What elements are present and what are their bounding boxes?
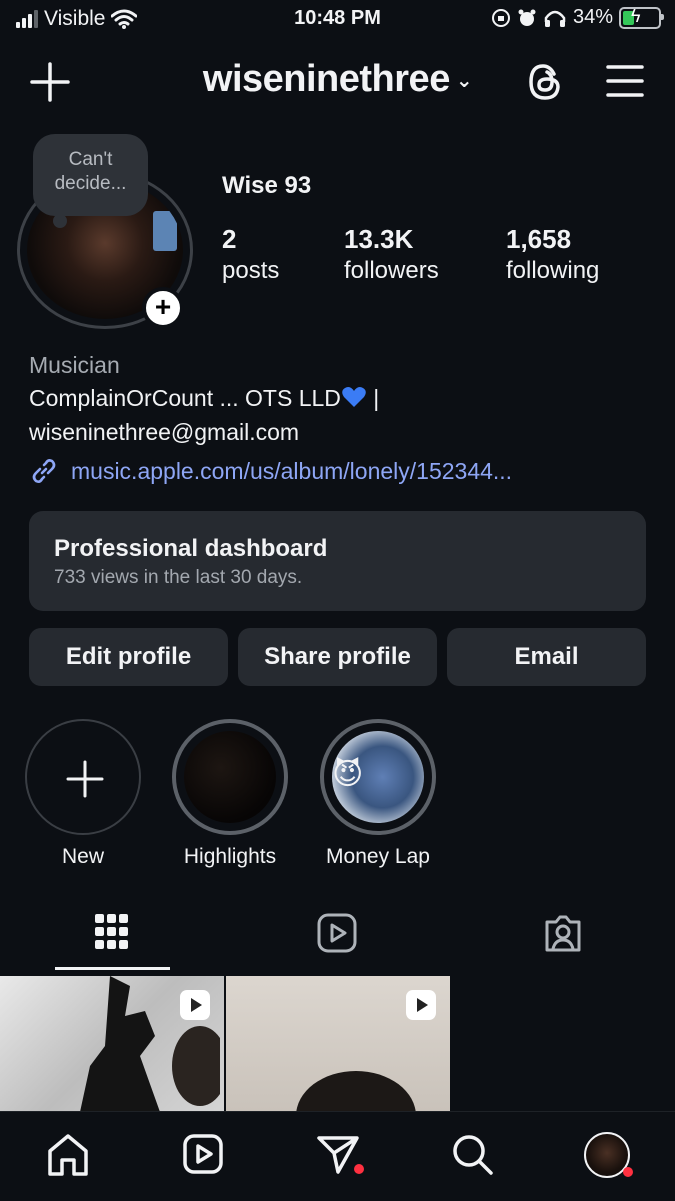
chevron-down-icon: ⌄ xyxy=(455,70,473,93)
battery-icon: ϟ xyxy=(619,6,664,29)
stat-followers-label: followers xyxy=(344,257,439,284)
bio-separator: | xyxy=(366,385,380,411)
highlight-cover xyxy=(172,719,288,835)
highlight-label: Money Lap xyxy=(326,845,430,868)
profile-category: Musician xyxy=(29,352,120,378)
email-button[interactable]: Email xyxy=(447,628,646,686)
new-highlight-circle xyxy=(25,719,141,835)
menu-icon[interactable] xyxy=(606,64,644,98)
notification-dot xyxy=(354,1164,364,1174)
plus-icon xyxy=(66,760,104,798)
highlight-label: New xyxy=(61,845,104,868)
alarm-icon xyxy=(518,9,536,26)
stat-followers[interactable]: 13.3K followers xyxy=(344,224,439,285)
stat-followers-count: 13.3K xyxy=(344,224,414,254)
orientation-lock-icon xyxy=(491,8,510,27)
display-name: Wise 93 xyxy=(222,172,312,199)
highlight-new[interactable]: New xyxy=(25,719,141,869)
post-thumbnail[interactable] xyxy=(226,976,450,1112)
home-icon[interactable] xyxy=(46,1132,90,1178)
link-text: music.apple.com/us/album/lonely/152344..… xyxy=(71,457,513,484)
highlight-highlights[interactable]: Highlights xyxy=(172,719,288,869)
link-icon xyxy=(32,459,56,483)
dashboard-title: Professional dashboard xyxy=(54,535,328,562)
add-story-plus-icon[interactable]: + xyxy=(142,287,184,329)
dashboard-subtitle: 733 views in the last 30 days. xyxy=(54,567,303,588)
headphones-icon xyxy=(544,10,566,27)
reel-badge-icon xyxy=(180,990,210,1020)
stat-following[interactable]: 1,658 following xyxy=(506,224,599,285)
bio-line-1: ComplainOrCount ... OTS LLD | xyxy=(29,385,379,412)
highlight-money-lap[interactable]: 😈 Money Lap xyxy=(320,719,436,869)
highlight-cover: 😈 xyxy=(320,719,436,835)
status-right: 34% ϟ xyxy=(491,6,664,29)
profile-link[interactable]: music.apple.com/us/album/lonely/152344..… xyxy=(29,456,512,486)
reels-icon[interactable] xyxy=(182,1132,224,1176)
bio-email[interactable]: wiseninethree@gmail.com xyxy=(29,419,299,446)
blue-heart-icon xyxy=(342,387,366,407)
grid-icon[interactable] xyxy=(94,912,130,952)
reels-tab-icon[interactable] xyxy=(316,912,358,954)
reel-badge-icon xyxy=(406,990,436,1020)
post-thumbnail[interactable] xyxy=(0,976,224,1112)
stat-following-label: following xyxy=(506,257,600,284)
active-tab-indicator xyxy=(55,967,170,970)
devil-emoji-icon: 😈 xyxy=(332,758,364,791)
username: wiseninethree xyxy=(202,58,450,100)
edit-profile-button[interactable]: Edit profile xyxy=(29,628,228,686)
stat-posts-label: posts xyxy=(222,257,280,284)
status-bar: Visible 10:48 PM 34% ϟ xyxy=(0,0,675,40)
share-profile-button[interactable]: Share profile xyxy=(238,628,437,686)
account-switcher[interactable]: wiseninethree ⌄ xyxy=(0,58,675,101)
note-bubble[interactable]: Can't decide... xyxy=(33,134,148,228)
notification-dot xyxy=(623,1167,633,1177)
tagged-icon[interactable] xyxy=(541,912,585,956)
bio-text: ComplainOrCount ... OTS LLD xyxy=(29,385,341,411)
highlight-label: Highlights xyxy=(183,845,277,868)
threads-icon[interactable] xyxy=(523,60,567,104)
stat-following-count: 1,658 xyxy=(506,224,572,254)
search-icon[interactable] xyxy=(450,1132,494,1176)
professional-dashboard[interactable]: Professional dashboard 733 views in the … xyxy=(29,511,646,611)
battery-percent: 34% xyxy=(572,6,613,28)
stat-posts[interactable]: 2 posts xyxy=(222,224,279,285)
stat-posts-count: 2 xyxy=(222,224,237,254)
